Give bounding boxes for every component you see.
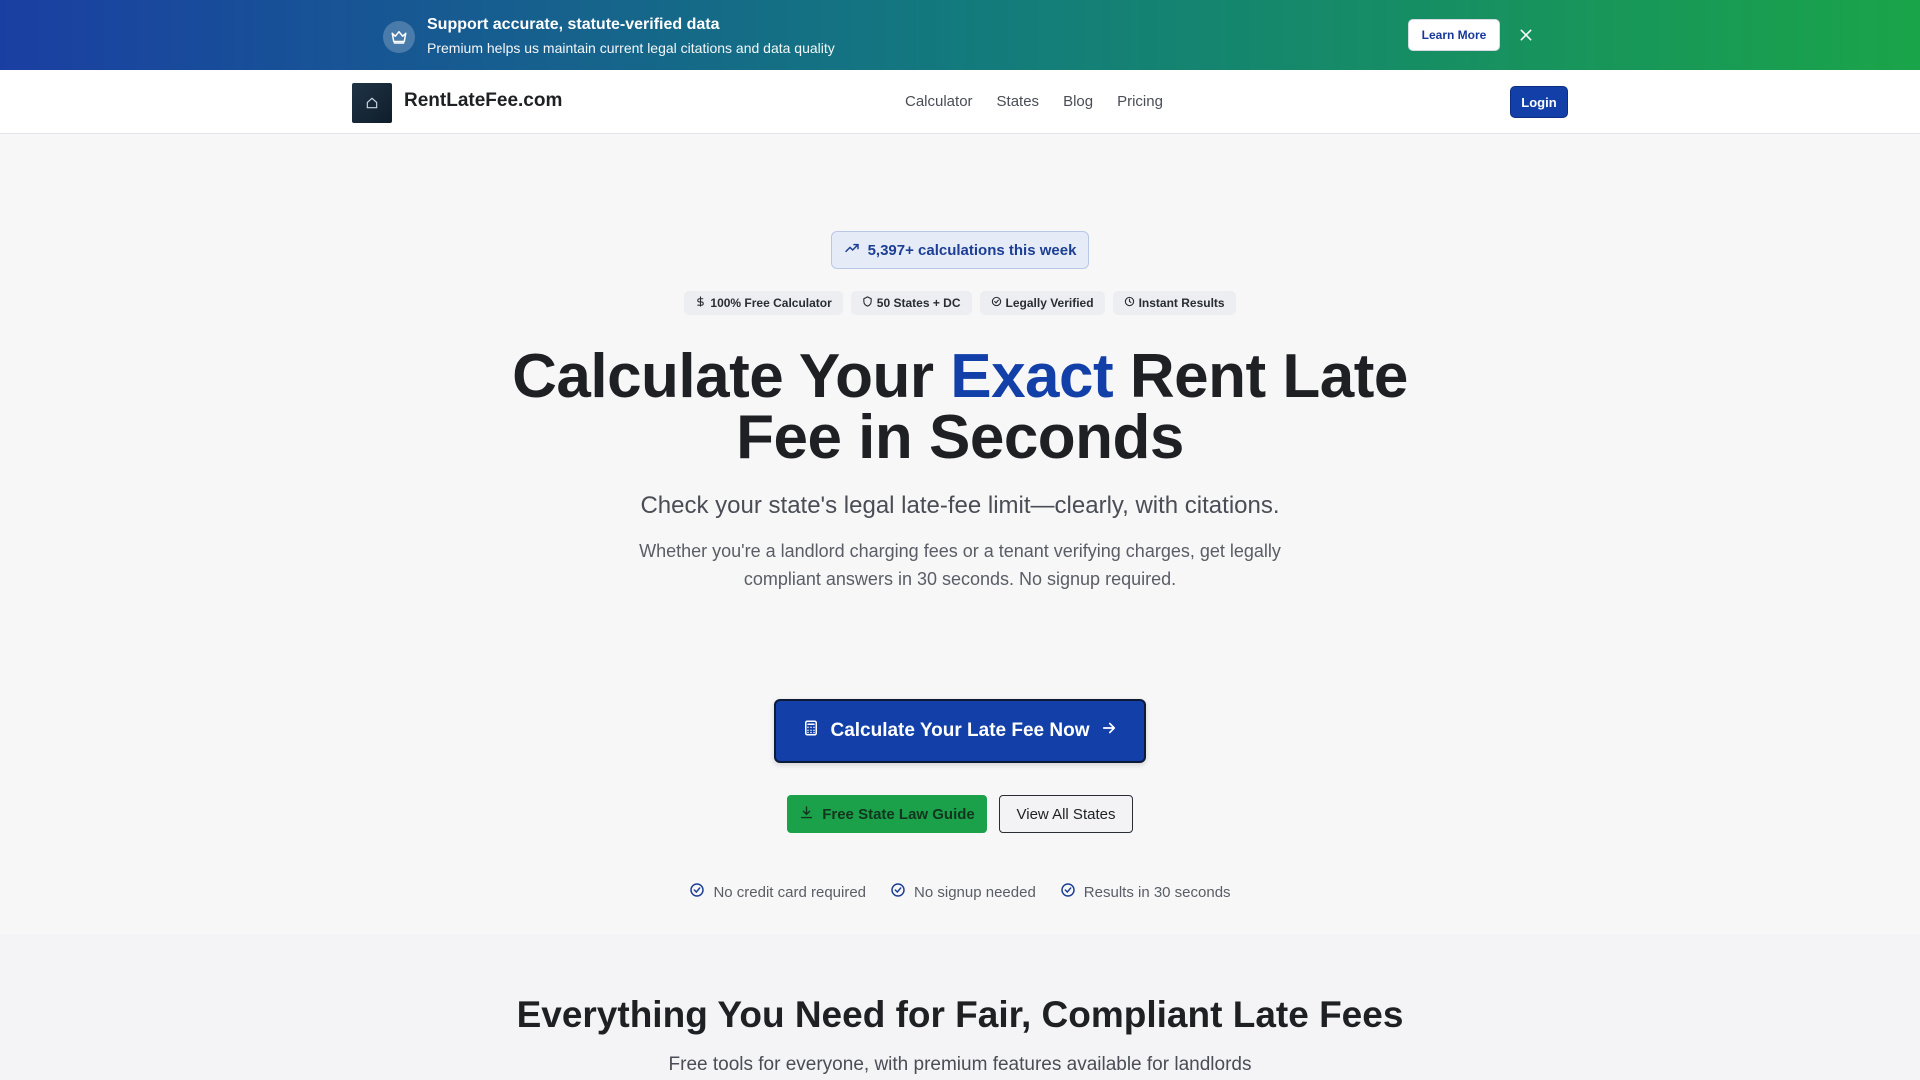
learn-more-button[interactable]: Learn More — [1408, 19, 1500, 51]
hero-section: 5,397+ calculations this week 100% Free … — [0, 134, 1920, 934]
shield-icon — [862, 296, 873, 310]
badge-label: Instant Results — [1138, 296, 1225, 310]
cta-main-label: Calculate Your Late Fee Now — [830, 720, 1090, 741]
check-circle-icon — [890, 882, 906, 902]
hero-description: Whether you're a landlord charging fees … — [639, 541, 1281, 589]
check-circle-icon — [1060, 882, 1076, 902]
check-circle-icon — [689, 882, 705, 902]
check-label: Results in 30 seconds — [1083, 883, 1231, 901]
banner-subtitle: Premium helps us maintain current legal … — [427, 40, 835, 56]
check-item: No signup needed — [890, 882, 1036, 902]
promo-banner: Support accurate, statute-verified data … — [0, 0, 1920, 70]
badge-label: Legally Verified — [1005, 296, 1094, 310]
features-title: Everything You Need for Fair, Compliant … — [516, 994, 1404, 1035]
banner-content: Support accurate, statute-verified data … — [383, 15, 835, 58]
nav-link-states[interactable]: States — [997, 93, 1040, 110]
headline-part1: Calculate Your — [512, 342, 951, 411]
badge-instant: Instant Results — [1112, 291, 1236, 315]
secondary-ctas: Free State Law Guide View All States — [787, 795, 1133, 833]
guide-label: Free State Law Guide — [822, 805, 975, 823]
badge-states: 50 States + DC — [850, 291, 972, 315]
hero-subhead: Check your state's legal late-fee limit—… — [640, 492, 1280, 519]
main-nav: RentLateFee.com Calculator States Blog P… — [0, 70, 1920, 134]
download-icon — [799, 805, 814, 824]
check-label: No credit card required — [713, 883, 867, 901]
logo[interactable] — [352, 83, 392, 123]
badge-verified: Legally Verified — [979, 291, 1105, 315]
nav-link-calculator[interactable]: Calculator — [905, 93, 973, 110]
check-label: No signup needed — [914, 883, 1036, 901]
stat-pill: 5,397+ calculations this week — [831, 231, 1089, 269]
nav-links: Calculator States Blog Pricing — [905, 93, 1163, 110]
trending-up-icon — [844, 240, 860, 260]
banner-title: Support accurate, statute-verified data — [427, 16, 720, 33]
trust-checks: No credit card required No signup needed… — [0, 882, 1920, 902]
nav-link-pricing[interactable]: Pricing — [1117, 93, 1163, 110]
badge-label: 100% Free Calculator — [710, 296, 832, 310]
badge-label: 50 States + DC — [876, 296, 961, 310]
calculator-icon — [802, 719, 820, 743]
check-item: No credit card required — [689, 882, 866, 902]
close-icon[interactable] — [1516, 25, 1536, 45]
feature-badges: 100% Free Calculator 50 States + DC Lega… — [0, 291, 1920, 315]
state-law-guide-button[interactable]: Free State Law Guide — [787, 795, 987, 833]
view-all-states-button[interactable]: View All States — [999, 795, 1133, 833]
arrow-right-icon — [1100, 719, 1118, 743]
nav-link-blog[interactable]: Blog — [1063, 93, 1093, 110]
features-subtitle: Free tools for everyone, with premium fe… — [668, 1054, 1252, 1075]
brand-name[interactable]: RentLateFee.com — [404, 90, 562, 112]
features-section: Everything You Need for Fair, Compliant … — [0, 934, 1920, 1080]
hero-headline: Calculate Your Exact Rent Late Fee in Se… — [460, 346, 1460, 469]
headline-accent: Exact — [950, 342, 1114, 411]
badge-free: 100% Free Calculator — [684, 291, 843, 315]
clock-icon — [1124, 296, 1135, 310]
stat-pill-text: 5,397+ calculations this week — [867, 241, 1077, 259]
dollar-icon — [695, 296, 706, 310]
calculate-now-button[interactable]: Calculate Your Late Fee Now — [774, 699, 1146, 763]
check-badge-icon — [991, 296, 1002, 310]
login-button[interactable]: Login — [1510, 86, 1568, 118]
crown-icon — [383, 20, 415, 53]
check-item: Results in 30 seconds — [1060, 882, 1231, 902]
